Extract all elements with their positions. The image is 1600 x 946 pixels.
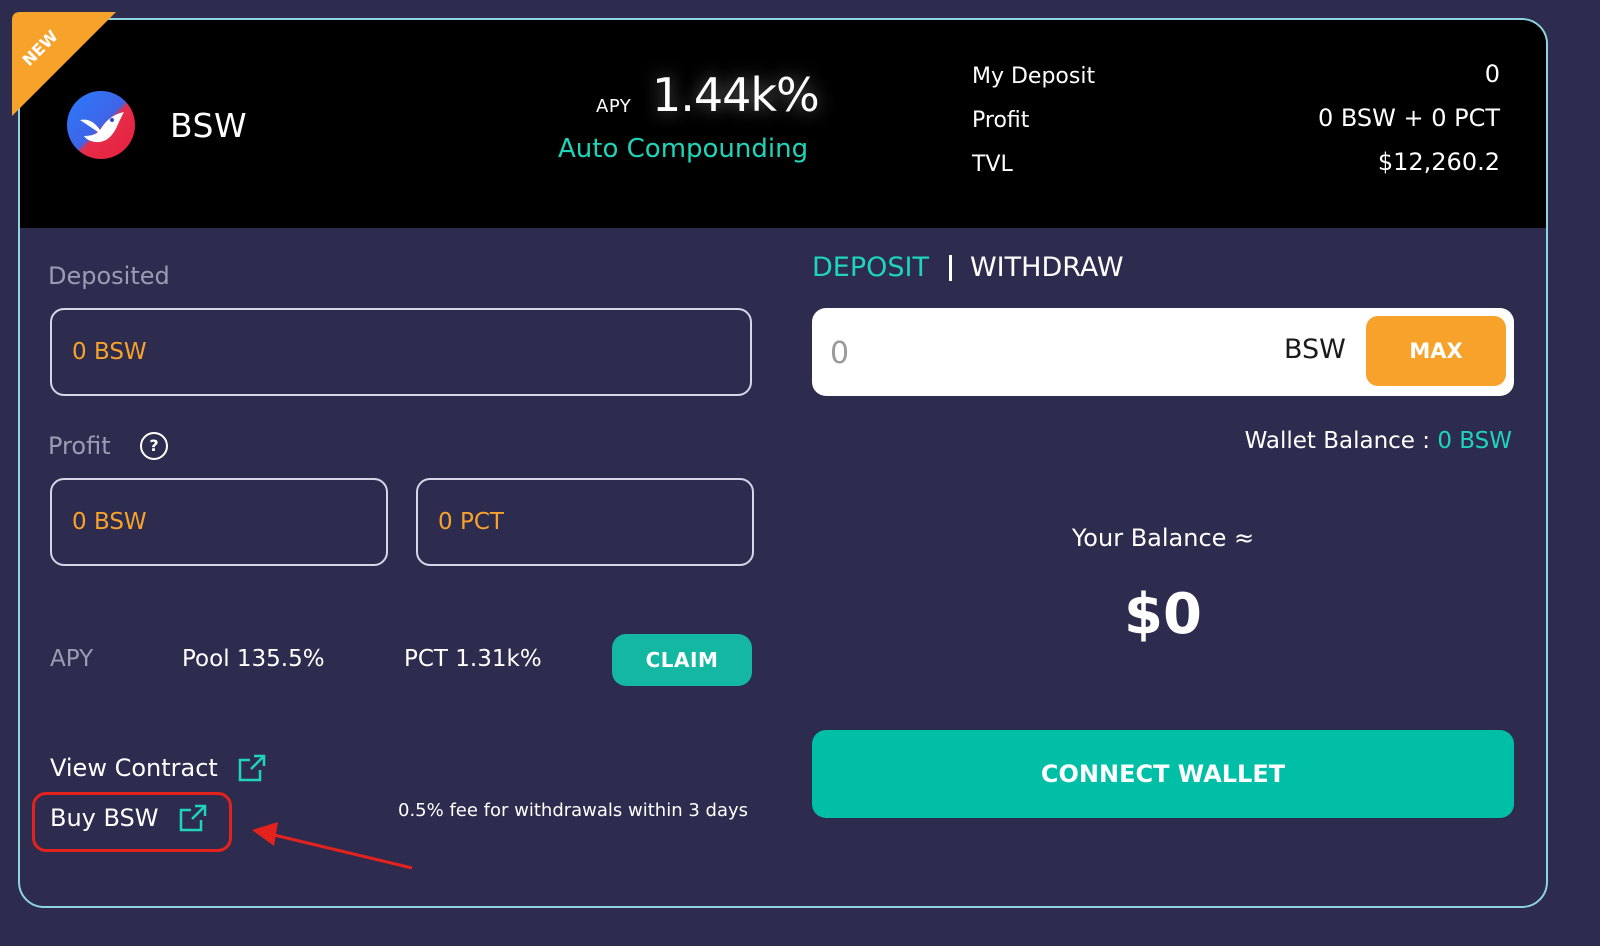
tab-divider	[948, 254, 952, 281]
wallet-balance-label: Wallet Balance :	[1244, 428, 1431, 454]
deposit-withdraw-tabs: DEPOSIT WITHDRAW	[812, 252, 1124, 283]
pool-header: BSW APY 1.44k% Auto Compounding My Depos…	[20, 20, 1546, 228]
apy-pct-value: PCT 1.31k%	[404, 646, 542, 672]
stat-value: 0 BSW + 0 PCT	[1317, 104, 1500, 132]
wallet-balance: Wallet Balance : 0 BSW	[1245, 428, 1512, 454]
pool-token-name: BSW	[170, 106, 248, 145]
annotation-arrow-icon	[252, 822, 413, 870]
claim-button[interactable]: CLAIM	[612, 634, 752, 686]
stat-tvl: TVL $12,260.2	[972, 148, 1500, 192]
pool-stats: My Deposit 0 Profit 0 BSW + 0 PCT TVL $1…	[972, 60, 1500, 192]
view-contract-label: View Contract	[50, 754, 218, 782]
amount-input[interactable]	[828, 324, 1252, 382]
your-balance-label: Your Balance ≈	[1071, 524, 1255, 552]
profit-label: Profit	[48, 432, 111, 460]
tab-deposit[interactable]: DEPOSIT	[812, 252, 929, 283]
stat-label: My Deposit	[972, 64, 1096, 89]
annotation-highlight-box	[32, 792, 232, 852]
question-circle-icon[interactable]: ?	[140, 432, 168, 460]
stat-value: $12,260.2	[1377, 148, 1500, 176]
withdrawal-fee-note: 0.5% fee for withdrawals within 3 days	[398, 800, 749, 821]
profit-pct-box: 0 PCT	[416, 478, 754, 566]
stat-value: 0	[1484, 60, 1500, 88]
view-contract-link[interactable]: View Contract	[50, 752, 268, 784]
apy-value: 1.44k%	[652, 68, 820, 122]
apy-label: APY	[596, 96, 632, 117]
amount-unit: BSW	[1284, 334, 1346, 365]
external-link-icon	[238, 754, 266, 782]
deposited-label: Deposited	[48, 262, 170, 290]
stat-label: TVL	[972, 152, 1013, 177]
tab-withdraw[interactable]: WITHDRAW	[970, 252, 1124, 283]
strategy-label: Auto Compounding	[558, 134, 809, 164]
amount-field: BSW MAX	[812, 308, 1514, 396]
stat-label: Profit	[972, 108, 1030, 133]
stat-profit: Profit 0 BSW + 0 PCT	[972, 104, 1500, 148]
apy-pool-value: Pool 135.5%	[182, 646, 325, 672]
new-badge: NEW	[12, 12, 116, 116]
profit-bsw-box: 0 BSW	[50, 478, 388, 566]
wallet-balance-value: 0 BSW	[1437, 428, 1512, 454]
apy-breakdown-label: APY	[50, 646, 94, 672]
deposited-value-box: 0 BSW	[50, 308, 752, 396]
your-balance-value: $0	[1124, 582, 1202, 647]
connect-wallet-button[interactable]: CONNECT WALLET	[812, 730, 1514, 818]
max-button[interactable]: MAX	[1366, 316, 1506, 386]
stat-my-deposit: My Deposit 0	[972, 60, 1500, 104]
farm-card: BSW APY 1.44k% Auto Compounding My Depos…	[18, 18, 1548, 908]
